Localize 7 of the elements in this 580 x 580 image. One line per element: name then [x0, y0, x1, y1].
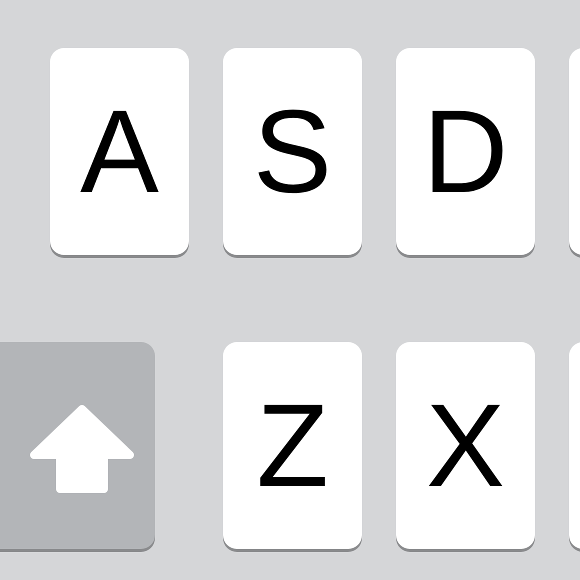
letter-key[interactable]: A — [50, 48, 189, 255]
shift-key[interactable] — [0, 342, 155, 549]
letter-key[interactable]: D — [396, 48, 535, 255]
letter-key[interactable]: Z — [223, 342, 362, 549]
shift-arrow-icon — [30, 404, 134, 494]
letter-key[interactable]: X — [396, 342, 535, 549]
letter-key[interactable]: S — [223, 48, 362, 255]
